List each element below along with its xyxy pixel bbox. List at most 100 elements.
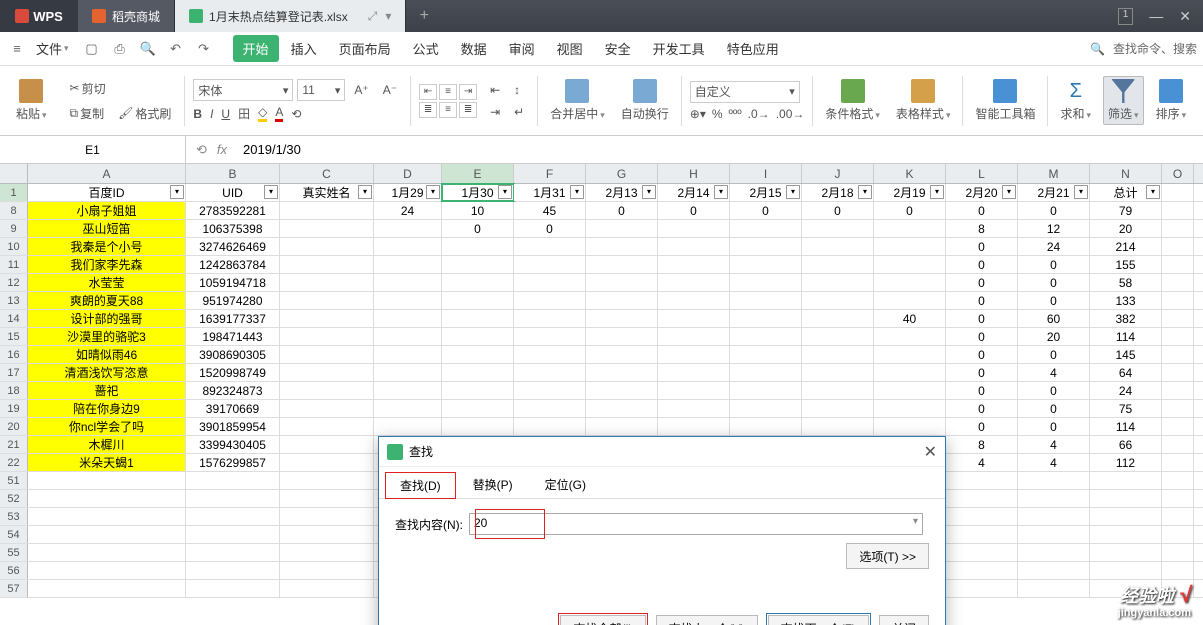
cell[interactable] [1162, 418, 1194, 435]
cell[interactable] [730, 400, 802, 417]
cell-uid[interactable]: 1059194718 [186, 274, 280, 291]
currency-button[interactable]: ⊕▾ [690, 107, 706, 121]
filter-dropdown-icon[interactable]: ▾ [264, 185, 278, 199]
cell[interactable] [442, 274, 514, 291]
header-cell[interactable]: 2月18▾ [802, 184, 874, 201]
align-grid[interactable]: ⇤≡⇥≣≡≣ [419, 84, 477, 118]
cell[interactable]: 0 [730, 202, 802, 219]
header-cell[interactable]: 百度ID▾ [28, 184, 186, 201]
cell[interactable] [514, 256, 586, 273]
cell[interactable]: 60 [1018, 310, 1090, 327]
tab-find[interactable]: 查找(D) [385, 472, 456, 499]
cell[interactable] [374, 238, 442, 255]
row-header[interactable]: 14 [0, 310, 28, 327]
cell-id[interactable]: 水莹莹 [28, 274, 186, 291]
cell[interactable] [658, 364, 730, 381]
cell[interactable] [28, 508, 186, 525]
cell-uid[interactable]: 1520998749 [186, 364, 280, 381]
orientation-icon[interactable]: ↕ [509, 81, 525, 99]
new-tab-button[interactable]: + [406, 7, 442, 25]
col-header-O[interactable]: O [1162, 164, 1194, 183]
cell[interactable] [514, 328, 586, 345]
cell[interactable] [730, 346, 802, 363]
cell[interactable] [586, 310, 658, 327]
cell[interactable] [1018, 544, 1090, 561]
cell[interactable] [514, 274, 586, 291]
cell[interactable]: 79 [1090, 202, 1162, 219]
cell[interactable] [28, 472, 186, 489]
col-header-D[interactable]: D [374, 164, 442, 183]
fb-cancel-icon[interactable]: ⟲ [196, 142, 207, 158]
indent-left-icon[interactable]: ⇥ [485, 103, 505, 121]
cell[interactable] [514, 382, 586, 399]
cell[interactable] [28, 490, 186, 507]
cell[interactable] [874, 274, 946, 291]
percent-button[interactable]: % [712, 107, 723, 121]
cell[interactable] [586, 418, 658, 435]
cell[interactable] [874, 292, 946, 309]
cell[interactable] [1018, 562, 1090, 579]
cell[interactable] [946, 490, 1018, 507]
select-all-corner[interactable] [0, 164, 28, 183]
cell[interactable]: 24 [1090, 382, 1162, 399]
cell[interactable] [514, 238, 586, 255]
filter-dropdown-icon[interactable]: ▾ [570, 185, 584, 199]
header-cell[interactable]: 2月20▾ [946, 184, 1018, 201]
filter-dropdown-icon[interactable]: ▾ [642, 185, 656, 199]
cell[interactable]: 155 [1090, 256, 1162, 273]
cell-id[interactable]: 木樨川 [28, 436, 186, 453]
italic-button[interactable]: I [210, 107, 213, 121]
clear-format-button[interactable]: ⟲ [291, 107, 301, 121]
cell-name[interactable] [280, 292, 374, 309]
header-cell[interactable]: 2月13▾ [586, 184, 658, 201]
cell[interactable] [1090, 490, 1162, 507]
col-header-J[interactable]: J [802, 164, 874, 183]
find-all-button[interactable]: 查找全部(I) [560, 615, 645, 625]
ribbon-tab-developer[interactable]: 开发工具 [643, 35, 715, 62]
cell[interactable] [1090, 526, 1162, 543]
cell[interactable] [1162, 454, 1194, 471]
ribbon-tab-formula[interactable]: 公式 [403, 35, 449, 62]
cell[interactable] [374, 418, 442, 435]
ribbon-tab-special[interactable]: 特色应用 [717, 35, 789, 62]
header-cell[interactable]: 真实姓名▾ [280, 184, 374, 201]
cell-id[interactable]: 爽朗的夏天88 [28, 292, 186, 309]
cell[interactable] [374, 346, 442, 363]
bold-button[interactable]: B [193, 107, 202, 121]
cell-name[interactable] [280, 202, 374, 219]
ribbon-tab-data[interactable]: 数据 [451, 35, 497, 62]
cell-name[interactable] [280, 220, 374, 237]
cell[interactable]: 0 [946, 364, 1018, 381]
window-badge[interactable]: 1 [1118, 8, 1134, 25]
cell-id[interactable]: 你ncl学会了吗 [28, 418, 186, 435]
cell[interactable] [730, 382, 802, 399]
cell-id[interactable]: 设计部的强哥 [28, 310, 186, 327]
row-header[interactable]: 12 [0, 274, 28, 291]
cell[interactable]: 20 [1090, 220, 1162, 237]
cell-uid[interactable]: 3274626469 [186, 238, 280, 255]
cell-id[interactable]: 如晴似雨46 [28, 346, 186, 363]
find-input[interactable]: 20 [469, 513, 923, 535]
row-header[interactable]: 15 [0, 328, 28, 345]
fill-color-button[interactable]: ◇ [258, 105, 267, 122]
cell[interactable] [280, 526, 374, 543]
header-cell[interactable]: 2月21▾ [1018, 184, 1090, 201]
row-header[interactable]: 8 [0, 202, 28, 219]
cell[interactable] [186, 526, 280, 543]
cell[interactable]: 0 [802, 202, 874, 219]
cell[interactable] [1162, 310, 1194, 327]
filter-dropdown-icon[interactable]: ▾ [358, 185, 372, 199]
row-header[interactable]: 9 [0, 220, 28, 237]
tab-dropdown-icon[interactable]: ▾ [385, 9, 391, 24]
cell-name[interactable] [280, 310, 374, 327]
cell[interactable] [1018, 580, 1090, 597]
cell[interactable] [514, 346, 586, 363]
row-header[interactable]: 21 [0, 436, 28, 453]
cell[interactable]: 8 [946, 436, 1018, 453]
sum-button[interactable]: Σ求和 [1056, 79, 1095, 122]
cell[interactable]: 0 [946, 382, 1018, 399]
filter-dropdown-icon[interactable]: ▾ [426, 185, 440, 199]
cell[interactable] [280, 562, 374, 579]
cell[interactable]: 4 [1018, 436, 1090, 453]
cell[interactable] [442, 238, 514, 255]
